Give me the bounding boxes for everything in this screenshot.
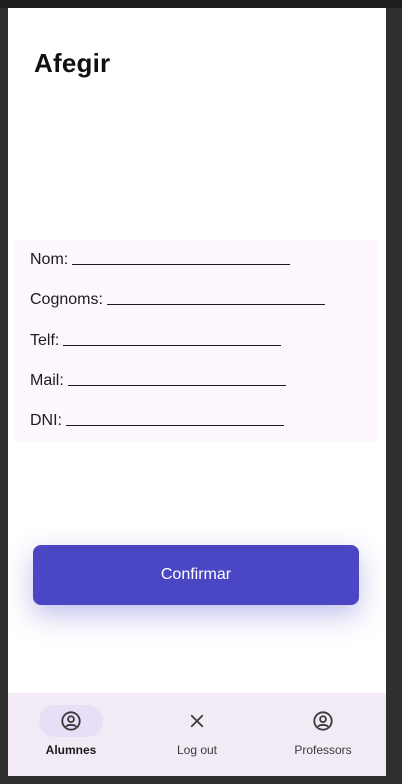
nav-icon-container: [291, 705, 355, 737]
name-field[interactable]: Nom:: [30, 251, 291, 269]
student-form: Nom: Cognoms: Telf: Mail: DNI:: [14, 240, 378, 442]
name-field-label: Nom:: [30, 251, 69, 268]
account-circle-icon: [61, 711, 81, 731]
nav-label-professors: Professors: [294, 743, 352, 757]
bottom-navigation: Alumnes Log out Professors: [8, 693, 386, 776]
nav-label-alumnes: Alumnes: [45, 743, 97, 757]
surname-field-line: [106, 303, 325, 305]
dni-field[interactable]: DNI:: [30, 412, 284, 430]
device-frame: Afegir Nom: Cognoms: Telf: Mail: DNI: Co…: [0, 0, 402, 784]
close-icon: [190, 714, 204, 728]
phone-field-label: Telf:: [30, 332, 60, 349]
mail-field[interactable]: Mail:: [30, 372, 286, 390]
dni-field-label: DNI:: [30, 412, 62, 429]
nav-item-alumnes[interactable]: Alumnes: [8, 693, 134, 776]
phone-field-line: [63, 344, 282, 346]
surname-field[interactable]: Cognoms:: [30, 291, 325, 309]
app-screen: Afegir Nom: Cognoms: Telf: Mail: DNI: Co…: [8, 8, 386, 776]
nav-active-indicator: [39, 705, 103, 737]
status-bar: [0, 0, 402, 8]
mail-field-label: Mail:: [30, 372, 64, 389]
nav-item-professors[interactable]: Professors: [260, 693, 386, 776]
confirm-button[interactable]: Confirmar: [33, 545, 359, 605]
surname-field-label: Cognoms:: [30, 291, 103, 308]
name-field-line: [72, 263, 291, 265]
account-circle-icon: [313, 711, 333, 731]
page-title: Afegir: [34, 48, 111, 78]
phone-field[interactable]: Telf:: [30, 332, 282, 350]
dni-field-line: [66, 424, 284, 426]
nav-label-log-out: Log out: [176, 743, 218, 757]
nav-item-log-out[interactable]: Log out: [134, 693, 260, 776]
nav-icon-container: [165, 705, 229, 737]
mail-field-line: [67, 384, 286, 386]
